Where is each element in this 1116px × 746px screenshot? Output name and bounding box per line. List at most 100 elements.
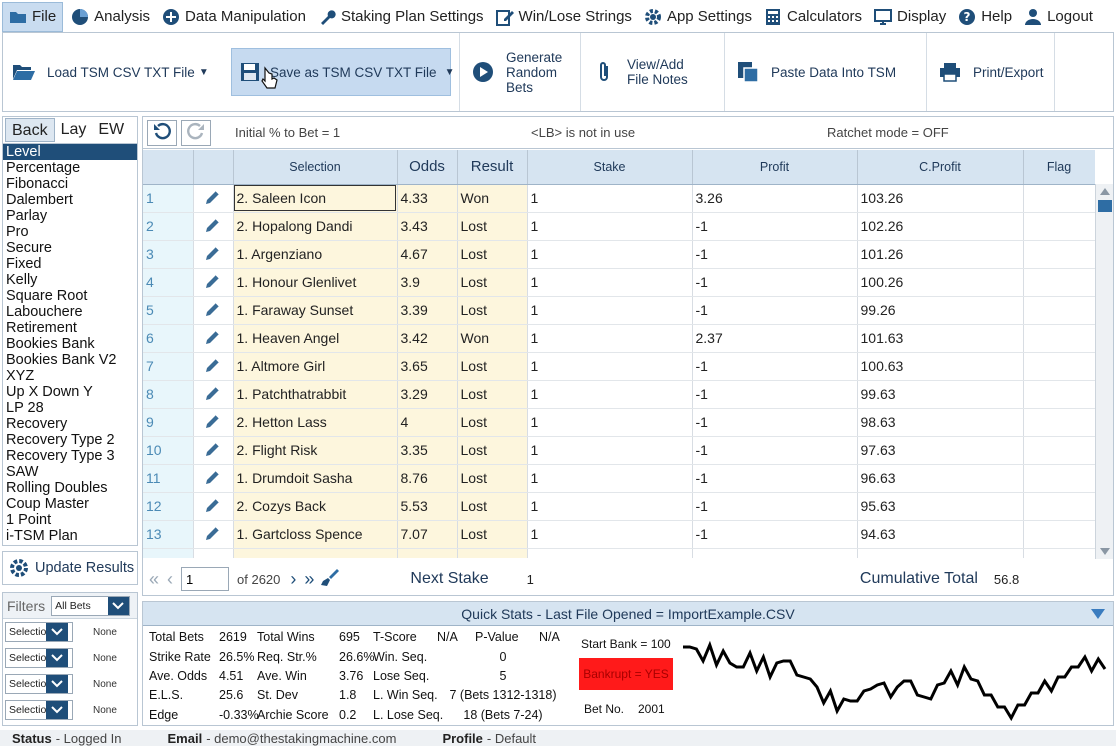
cell-odds[interactable]: 5.53 <box>397 492 458 521</box>
scroll-down-icon[interactable] <box>1100 548 1110 555</box>
plan-item[interactable]: Retirement <box>3 320 137 336</box>
scroll-thumb[interactable] <box>1098 200 1112 212</box>
cell-result[interactable]: Lost <box>457 408 528 437</box>
plan-item[interactable]: SAW <box>3 464 137 480</box>
load-file-button[interactable]: Load TSM CSV TXT File ▼ <box>3 33 223 111</box>
col-header-result[interactable]: Result <box>457 150 528 185</box>
table-row[interactable]: 11 1. Drumdoit Sasha 8.76 Lost 1 -1 96.63 <box>143 464 1095 493</box>
filter-value[interactable]: None <box>93 705 117 716</box>
cell-flag[interactable] <box>1023 352 1095 381</box>
generate-random-bets-button[interactable]: Generate Random Bets <box>459 33 581 111</box>
vertical-scrollbar[interactable] <box>1095 184 1113 559</box>
cell-selection[interactable]: 1. Gartcloss Spence <box>233 520 398 549</box>
tab-back[interactable]: Back <box>5 118 55 142</box>
table-row[interactable]: 10 2. Flight Risk 3.35 Lost 1 -1 97.63 <box>143 436 1095 465</box>
plan-item[interactable]: Up X Down Y <box>3 384 137 400</box>
cell-odds[interactable]: 3.43 <box>397 212 458 241</box>
cell-odds[interactable]: 3.9 <box>397 268 458 297</box>
table-row[interactable]: 9 2. Hetton Lass 4 Lost 1 -1 98.63 <box>143 408 1095 437</box>
edit-row-button[interactable] <box>193 520 234 549</box>
filter-value[interactable]: None <box>93 627 117 638</box>
edit-row-button[interactable] <box>193 212 234 241</box>
plan-item[interactable]: Fixed <box>3 256 137 272</box>
filter-value[interactable]: None <box>93 679 117 690</box>
plan-item[interactable]: Dalembert <box>3 192 137 208</box>
plan-item[interactable]: Recovery <box>3 416 137 432</box>
collapse-caret-icon[interactable] <box>1091 609 1105 619</box>
cell-selection[interactable]: 1. Argenziano <box>233 240 398 269</box>
prev-page-icon[interactable]: ‹ <box>167 569 173 590</box>
print-export-button[interactable]: Print/Export <box>927 33 1055 111</box>
cell-selection[interactable]: 2. Saleen Icon <box>233 184 398 213</box>
table-row[interactable]: 6 1. Heaven Angel 3.42 Won 1 2.37 101.63 <box>143 324 1095 353</box>
cell-flag[interactable] <box>1023 240 1095 269</box>
table-row[interactable]: 4 1. Honour Glenlivet 3.9 Lost 1 -1 100.26 <box>143 268 1095 297</box>
cell-flag[interactable] <box>1023 436 1095 465</box>
cell-flag[interactable] <box>1023 324 1095 353</box>
cell-odds[interactable]: 4 <box>397 408 458 437</box>
menu-app-settings[interactable]: App Settings <box>638 0 758 33</box>
plan-item[interactable]: Level <box>3 144 137 160</box>
menu-staking-plan-settings[interactable]: Staking Plan Settings <box>312 0 490 33</box>
plan-item[interactable]: Kelly <box>3 272 137 288</box>
col-header-selection[interactable]: Selection <box>233 150 398 185</box>
cell-odds[interactable]: 7.07 <box>397 520 458 549</box>
cell-selection[interactable]: 1. Honour Glenlivet <box>233 268 398 297</box>
cell-flag[interactable] <box>1023 408 1095 437</box>
menu-calculators[interactable]: Calculators <box>758 0 868 33</box>
edit-row-button[interactable] <box>193 296 234 325</box>
cell-odds[interactable]: 3.35 <box>397 436 458 465</box>
cell-result[interactable]: Lost <box>457 240 528 269</box>
cell-result[interactable]: Won <box>457 184 528 213</box>
cell-selection[interactable]: 1. Drumdoit Sasha <box>233 464 398 493</box>
cell-result[interactable]: Lost <box>457 268 528 297</box>
cell-odds[interactable]: 3.39 <box>397 296 458 325</box>
plan-item[interactable]: Recovery Type 3 <box>3 448 137 464</box>
cell-selection[interactable]: 1. Altmore Girl <box>233 352 398 381</box>
col-header-cprofit[interactable]: C.Profit <box>857 150 1024 185</box>
cell-selection[interactable]: 2. Cozys Back <box>233 492 398 521</box>
menu-win-lose-strings[interactable]: Win/Lose Strings <box>490 0 638 33</box>
cell-selection[interactable]: 2. Hopalong Dandi <box>233 212 398 241</box>
cell-flag[interactable] <box>1023 184 1095 213</box>
table-row[interactable]: 8 1. Patchthatrabbit 3.29 Lost 1 -1 99.63 <box>143 380 1095 409</box>
first-page-icon[interactable]: « <box>149 569 159 590</box>
table-row[interactable]: 12 2. Cozys Back 5.53 Lost 1 -1 95.63 <box>143 492 1095 521</box>
cell-selection[interactable]: 1. Faraway Sunset <box>233 296 398 325</box>
menu-logout[interactable]: Logout <box>1018 0 1099 33</box>
plan-item[interactable]: Square Root <box>3 288 137 304</box>
cell-flag[interactable] <box>1023 520 1095 549</box>
plan-item[interactable]: Bookies Bank <box>3 336 137 352</box>
cell-selection[interactable]: 2. Hetton Lass <box>233 408 398 437</box>
clear-brush-icon[interactable] <box>320 568 340 591</box>
cell-result[interactable]: Won <box>457 324 528 353</box>
edit-row-button[interactable] <box>193 436 234 465</box>
table-row[interactable]: 5 1. Faraway Sunset 3.39 Lost 1 -1 99.26 <box>143 296 1095 325</box>
menu-data-manipulation[interactable]: Data Manipulation <box>156 0 312 33</box>
plan-item[interactable]: i-TSM Plan <box>3 528 137 544</box>
cell-selection[interactable]: 1. Heaven Angel <box>233 324 398 353</box>
cell-result[interactable]: Lost <box>457 492 528 521</box>
plan-item[interactable]: Secure <box>3 240 137 256</box>
tab-lay[interactable]: Lay <box>55 118 93 142</box>
col-header-profit[interactable]: Profit <box>692 150 858 185</box>
cell-selection[interactable]: 2. Flight Risk <box>233 436 398 465</box>
cell-odds[interactable]: 4.33 <box>397 184 458 213</box>
filter-field-select[interactable]: Selection <box>5 674 73 694</box>
cell-result[interactable]: Lost <box>457 436 528 465</box>
filter-value[interactable]: None <box>93 653 117 664</box>
edit-row-button[interactable] <box>193 492 234 521</box>
table-row[interactable]: 7 1. Altmore Girl 3.65 Lost 1 -1 100.63 <box>143 352 1095 381</box>
cell-result[interactable]: Lost <box>457 380 528 409</box>
view-add-file-notes-button[interactable]: View/Add File Notes <box>581 33 725 111</box>
plan-item[interactable]: Rolling Doubles <box>3 480 137 496</box>
cell-flag[interactable] <box>1023 212 1095 241</box>
edit-row-button[interactable] <box>193 240 234 269</box>
cell-selection[interactable]: 1. Patchthatrabbit <box>233 380 398 409</box>
edit-row-button[interactable] <box>193 464 234 493</box>
plan-item[interactable]: Percentage <box>3 160 137 176</box>
cell-flag[interactable] <box>1023 268 1095 297</box>
edit-row-button[interactable] <box>193 268 234 297</box>
all-bets-select[interactable]: All Bets <box>51 595 131 616</box>
cell-result[interactable]: Lost <box>457 352 528 381</box>
